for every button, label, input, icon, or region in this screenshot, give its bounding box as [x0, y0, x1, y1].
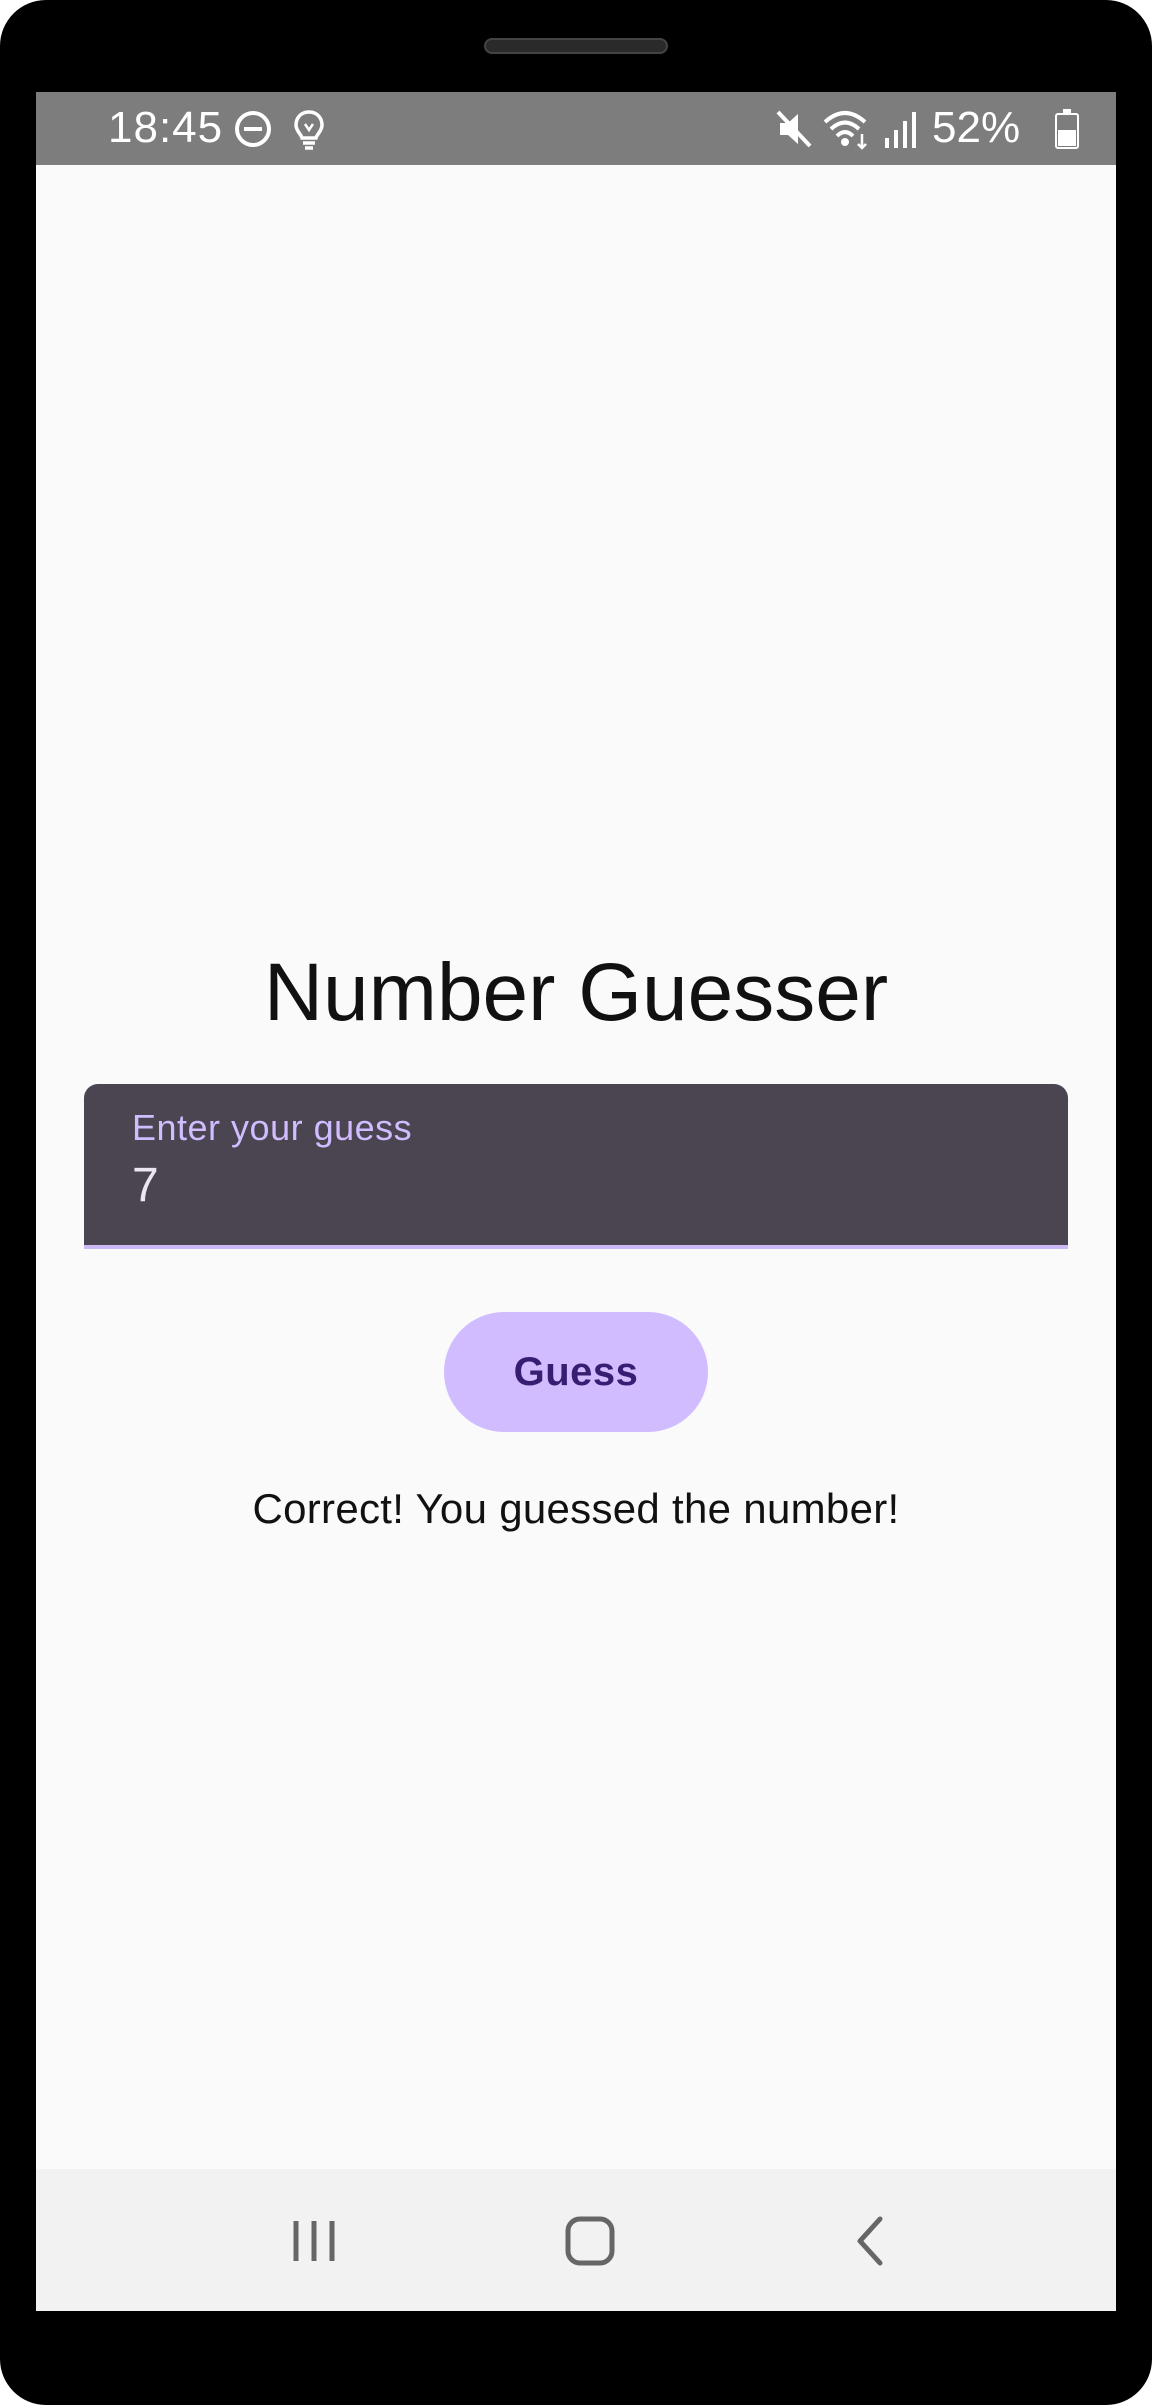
result-message: Correct! You guessed the number! [252, 1485, 900, 1532]
screen: 18:45 52% Number Guesser Enter your gues… [36, 92, 1116, 2311]
guess-input[interactable]: Enter your guess 7 [84, 1084, 1068, 1249]
phone-frame: 18:45 52% Number Guesser Enter your gues… [0, 0, 1152, 2405]
status-time: 18:45 [108, 103, 224, 152]
page-title: Number Guesser [263, 947, 889, 1038]
recent-apps-icon[interactable] [278, 2205, 350, 2277]
guess-input-value[interactable]: 7 [132, 1160, 159, 1212]
back-icon[interactable] [834, 2205, 906, 2277]
guess-button[interactable]: Guess [444, 1312, 708, 1432]
home-icon[interactable] [554, 2205, 626, 2277]
guess-input-label: Enter your guess [132, 1107, 413, 1148]
mute-icon [776, 110, 812, 148]
signal-icon [885, 112, 916, 148]
wifi-icon [823, 111, 867, 150]
status-bar: 18:45 52% [36, 92, 1116, 165]
earpiece-speaker [484, 38, 668, 54]
navigation-bar [36, 2169, 1116, 2311]
battery-percentage: 52% [932, 103, 1021, 152]
battery-icon [1055, 109, 1079, 149]
do-not-disturb-icon [235, 111, 271, 147]
bulb-icon [294, 110, 324, 150]
app-content: Number Guesser Enter your guess 7 Guess … [36, 165, 1116, 2175]
